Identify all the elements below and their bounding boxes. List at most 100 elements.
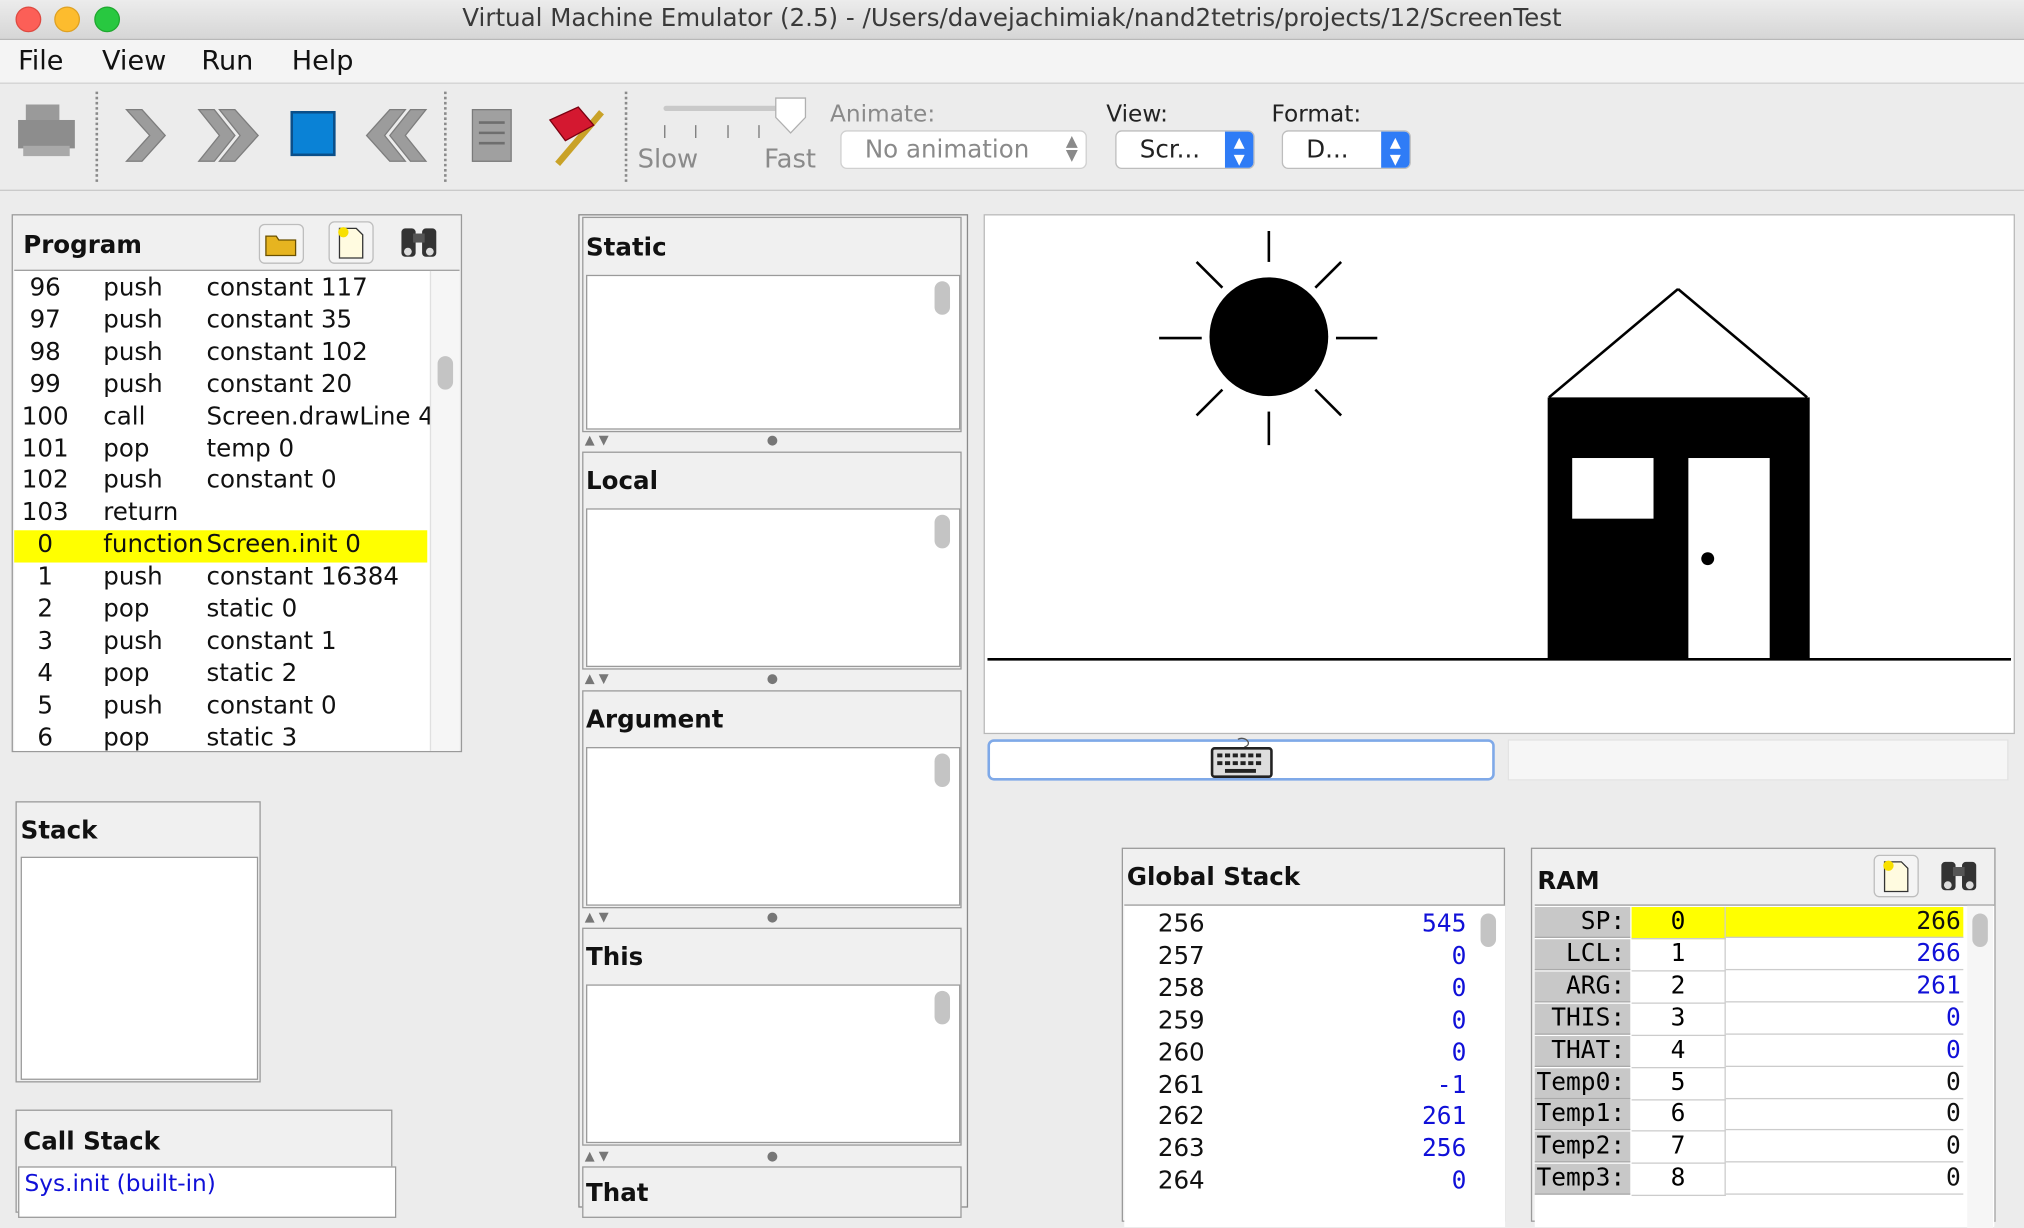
ram-row[interactable]: Temp1: 6 0	[1534, 1099, 1964, 1133]
view-select[interactable]: Scr... ▲ ▼	[1115, 130, 1255, 170]
program-row[interactable]: 0 function Screen.init 0	[14, 530, 428, 563]
program-row[interactable]: 1 push constant 16384	[14, 563, 427, 595]
new-file-icon[interactable]	[1873, 854, 1919, 898]
global-stack-row[interactable]: 263 256	[1124, 1134, 1467, 1166]
global-stack-row[interactable]: 256 545	[1124, 910, 1467, 942]
argument-list[interactable]	[586, 747, 961, 906]
ram-row[interactable]: Temp0: 5 0	[1534, 1067, 1964, 1100]
stop-icon[interactable]	[290, 110, 336, 157]
ram-value[interactable]: 0	[1725, 1100, 1964, 1131]
scrollbar-thumb[interactable]	[934, 990, 951, 1025]
script-icon[interactable]	[467, 105, 519, 167]
program-row[interactable]: 96 push constant 117	[14, 274, 427, 306]
call-stack-list[interactable]: Sys.init (built-in)	[18, 1166, 397, 1218]
scrollbar-thumb[interactable]	[934, 753, 951, 788]
split-arrows-icon[interactable]: ▲ ▼	[585, 434, 609, 448]
global-stack-row[interactable]: 260 0	[1124, 1038, 1467, 1070]
program-row[interactable]: 100 call Screen.drawLine 4	[14, 402, 434, 434]
new-file-icon[interactable]	[328, 221, 374, 265]
format-select[interactable]: D... ▲ ▼	[1281, 130, 1411, 170]
title-bar: Virtual Machine Emulator (2.5) - /Users/…	[0, 0, 2024, 40]
program-row[interactable]: 101 pop temp 0	[14, 434, 427, 466]
program-row[interactable]: 4 pop static 2	[14, 659, 427, 691]
screen-drawing	[987, 230, 2012, 661]
global-stack-row[interactable]: 262 261	[1124, 1102, 1467, 1134]
program-row[interactable]: 102 push constant 0	[14, 466, 427, 498]
scrollbar-thumb[interactable]	[1480, 913, 1497, 948]
run-icon[interactable]	[196, 107, 261, 164]
menu-file[interactable]: File	[18, 45, 63, 76]
menu-run[interactable]: Run	[201, 45, 253, 76]
menu-help[interactable]: Help	[292, 45, 354, 76]
ram-value[interactable]: 0	[1725, 1132, 1964, 1163]
load-program-icon[interactable]	[15, 102, 80, 161]
vm-argument: temp 0	[206, 434, 295, 463]
binoculars-icon[interactable]	[1937, 857, 1981, 896]
split-arrows-icon[interactable]: ▲ ▼	[585, 1150, 609, 1164]
ram-row[interactable]: Temp3: 8 0	[1534, 1164, 1964, 1197]
split-handle-icon[interactable]: ●	[767, 434, 778, 448]
program-scrollbar[interactable]	[429, 270, 460, 751]
ram-row[interactable]: SP: 0 266	[1534, 907, 1964, 940]
program-row[interactable]: 98 push constant 102	[14, 338, 427, 370]
split-handle-icon[interactable]: ●	[767, 1150, 778, 1164]
ram-address: 6	[1631, 1099, 1726, 1133]
stack-value: 0	[1451, 941, 1467, 971]
program-panel: Program 96 push constant 117 97 push constant…	[11, 214, 463, 753]
program-list[interactable]: 96 push constant 117 97 push constant 35 98 pus…	[14, 269, 460, 752]
program-row[interactable]: 103 return	[14, 498, 427, 530]
split-handle-icon[interactable]: ●	[767, 911, 778, 925]
program-row[interactable]: 3 push constant 1	[14, 627, 427, 659]
this-list[interactable]	[586, 984, 961, 1144]
ram-scrollbar[interactable]	[1967, 905, 1993, 1228]
scrollbar-thumb[interactable]	[437, 356, 454, 390]
ram-row[interactable]: ARG: 2 261	[1534, 971, 1964, 1004]
ram-value[interactable]: 0	[1725, 1164, 1964, 1195]
speed-fast-label: Fast	[764, 143, 817, 175]
program-row[interactable]: 5 push constant 0	[14, 691, 427, 723]
program-row[interactable]: 6 pop static 3	[14, 723, 427, 755]
ram-row[interactable]: THIS: 3 0	[1534, 1003, 1964, 1036]
scrollbar-thumb[interactable]	[934, 514, 951, 549]
global-stack-row[interactable]: 261 -1	[1124, 1070, 1467, 1102]
local-list[interactable]	[586, 508, 961, 668]
program-row[interactable]: 99 push constant 20	[14, 370, 427, 402]
program-row[interactable]: 2 pop static 0	[14, 595, 427, 627]
menu-view[interactable]: View	[102, 45, 166, 76]
global-stack-row[interactable]: 258 0	[1124, 974, 1467, 1006]
stack-value: 261	[1422, 1102, 1467, 1131]
static-list[interactable]	[586, 274, 961, 430]
binoculars-icon[interactable]	[398, 223, 442, 262]
ram-value[interactable]: 261	[1725, 971, 1964, 1003]
open-folder-icon[interactable]	[258, 223, 304, 264]
vm-command: pop	[103, 659, 150, 688]
ram-row[interactable]: Temp2: 7 0	[1534, 1131, 1964, 1165]
split-arrows-icon[interactable]: ▲ ▼	[585, 911, 609, 925]
scrollbar-thumb[interactable]	[934, 281, 951, 315]
ram-value[interactable]: 266	[1725, 939, 1964, 971]
animate-select[interactable]: No animation ▲ ▼	[840, 130, 1087, 170]
single-step-icon[interactable]	[121, 107, 167, 164]
call-stack-item[interactable]: Sys.init (built-in)	[25, 1170, 216, 1197]
ram-value[interactable]: 0	[1725, 1036, 1964, 1067]
global-stack-row[interactable]: 257 0	[1124, 941, 1467, 974]
global-stack-list[interactable]: 256 545 257 0 258 0 259 0 260 0 261 -1 262 261 263 256 2…	[1124, 904, 1506, 1227]
ram-address: 4	[1631, 1035, 1726, 1068]
split-arrows-icon[interactable]: ▲ ▼	[585, 672, 609, 686]
global-stack-row[interactable]: 259 0	[1124, 1006, 1467, 1038]
ram-value[interactable]: 0	[1725, 1003, 1964, 1035]
ram-row[interactable]: THAT: 4 0	[1534, 1035, 1964, 1068]
program-row[interactable]: 97 push constant 35	[14, 306, 427, 338]
reset-icon[interactable]	[364, 107, 429, 164]
global-stack-row[interactable]: 264 0	[1124, 1167, 1467, 1199]
stack-list[interactable]	[20, 856, 259, 1080]
ram-value[interactable]: 0	[1725, 1068, 1964, 1099]
ram-row[interactable]: LCL: 1 266	[1534, 939, 1964, 972]
ram-table[interactable]: SP: 0 266 LCL: 1 266 ARG: 2 261 THIS: 3 0 THAT: 4 0 Tem…	[1534, 904, 1995, 1228]
split-handle-icon[interactable]: ●	[767, 672, 778, 686]
keyboard-input-field[interactable]	[987, 737, 1495, 781]
scrollbar-thumb[interactable]	[1972, 913, 1988, 948]
breakpoint-flag-icon[interactable]	[542, 102, 609, 169]
ram-value[interactable]: 266	[1725, 907, 1964, 938]
speed-slider-ticks	[664, 125, 760, 139]
